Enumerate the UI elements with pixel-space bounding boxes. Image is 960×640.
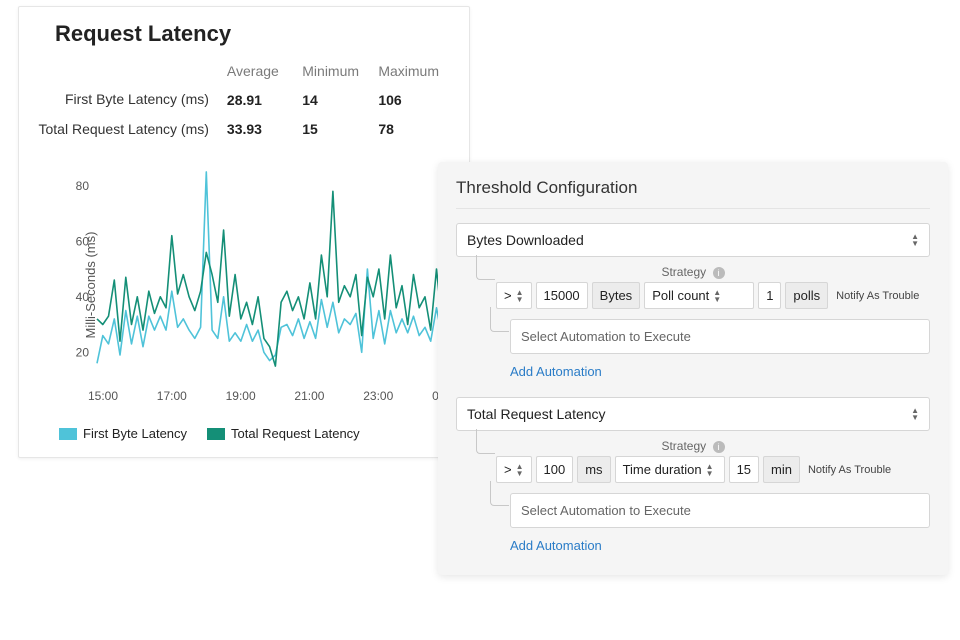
chart-svg: 2040608015:0017:0019:0021:0023:0001:00	[57, 150, 477, 410]
stepper-icon: ▲▼	[516, 289, 524, 303]
chart-legend: First Byte Latency Total Request Latency	[59, 426, 455, 441]
threshold-value-input[interactable]: 100	[536, 456, 574, 483]
operator-select[interactable]: > ▲▼	[496, 456, 532, 483]
request-latency-card: Request Latency Average Minimum Maximum …	[18, 6, 470, 458]
stepper-icon: ▲▼	[713, 289, 721, 303]
metric-name: First Byte Latency (ms)	[33, 85, 227, 115]
notify-as-trouble-label: Notify As Trouble	[836, 290, 919, 302]
threshold-controls-row: > ▲▼ 15000 Bytes Poll count ▲▼ 1 polls N…	[496, 282, 930, 309]
stepper-icon: ▲▼	[516, 463, 524, 477]
strategy-label: Strategy i	[456, 439, 930, 453]
stepper-icon: ▲▼	[911, 407, 919, 421]
threshold-title: Threshold Configuration	[456, 178, 930, 209]
col-average: Average	[227, 57, 302, 85]
threshold-block-bytes-downloaded: Bytes Downloaded ▲▼ Strategy i > ▲▼ 1500…	[456, 223, 930, 379]
col-maximum: Maximum	[378, 57, 455, 85]
threshold-configuration-card: Threshold Configuration Bytes Downloaded…	[438, 162, 948, 575]
attribute-select[interactable]: Bytes Downloaded ▲▼	[456, 223, 930, 257]
y-axis-label: Milli-Seconds (ms)	[83, 232, 98, 339]
threshold-unit-label: ms	[577, 456, 610, 483]
avg-value: 33.93	[227, 115, 302, 145]
col-minimum: Minimum	[302, 57, 378, 85]
info-icon[interactable]: i	[713, 441, 725, 453]
svg-text:19:00: 19:00	[226, 389, 256, 403]
threshold-unit-label: Bytes	[592, 282, 641, 309]
avg-value: 28.91	[227, 85, 302, 115]
attribute-select-value: Bytes Downloaded	[467, 232, 584, 248]
strategy-select[interactable]: Time duration ▲▼	[615, 456, 725, 483]
svg-text:17:00: 17:00	[157, 389, 187, 403]
threshold-block-total-request-latency: Total Request Latency ▲▼ Strategy i > ▲▼…	[456, 397, 930, 553]
legend-label: First Byte Latency	[83, 426, 187, 441]
strategy-label: Strategy i	[456, 265, 930, 279]
legend-label: Total Request Latency	[231, 426, 360, 441]
metric-name: Total Request Latency (ms)	[33, 115, 227, 145]
strategy-select[interactable]: Poll count ▲▼	[644, 282, 754, 309]
min-value: 15	[302, 115, 378, 145]
automation-select[interactable]: Select Automation to Execute	[510, 493, 930, 528]
svg-text:20: 20	[76, 345, 90, 359]
legend-item-total-request: Total Request Latency	[207, 426, 360, 441]
threshold-value-input[interactable]: 15000	[536, 282, 588, 309]
strategy-unit-label: min	[763, 456, 800, 483]
table-row: First Byte Latency (ms) 28.91 14 106	[33, 85, 455, 115]
max-value: 78	[378, 115, 455, 145]
svg-text:23:00: 23:00	[363, 389, 393, 403]
svg-text:80: 80	[76, 179, 90, 193]
svg-text:21:00: 21:00	[294, 389, 324, 403]
legend-swatch-icon	[59, 428, 77, 440]
max-value: 106	[378, 85, 455, 115]
table-header-row: Average Minimum Maximum	[33, 57, 455, 85]
attribute-select[interactable]: Total Request Latency ▲▼	[456, 397, 930, 431]
strategy-unit-label: polls	[785, 282, 828, 309]
automation-branch: Select Automation to Execute	[510, 493, 930, 528]
strategy-value-input[interactable]: 1	[758, 282, 781, 309]
min-value: 14	[302, 85, 378, 115]
automation-branch: Select Automation to Execute	[510, 319, 930, 354]
attribute-select-value: Total Request Latency	[467, 406, 606, 422]
add-automation-link[interactable]: Add Automation	[510, 364, 930, 379]
legend-item-first-byte: First Byte Latency	[59, 426, 187, 441]
threshold-controls-row: > ▲▼ 100 ms Time duration ▲▼ 15 min Noti…	[496, 456, 930, 483]
automation-select[interactable]: Select Automation to Execute	[510, 319, 930, 354]
table-row: Total Request Latency (ms) 33.93 15 78	[33, 115, 455, 145]
add-automation-link[interactable]: Add Automation	[510, 538, 930, 553]
legend-swatch-icon	[207, 428, 225, 440]
svg-text:15:00: 15:00	[88, 389, 118, 403]
request-latency-title: Request Latency	[55, 21, 455, 47]
latency-chart: Milli-Seconds (ms) 2040608015:0017:0019:…	[39, 150, 455, 420]
operator-select[interactable]: > ▲▼	[496, 282, 532, 309]
latency-table: Average Minimum Maximum First Byte Laten…	[33, 57, 455, 144]
notify-as-trouble-label: Notify As Trouble	[808, 464, 891, 476]
stepper-icon: ▲▼	[706, 463, 714, 477]
stepper-icon: ▲▼	[911, 233, 919, 247]
info-icon[interactable]: i	[713, 267, 725, 279]
strategy-value-input[interactable]: 15	[729, 456, 759, 483]
